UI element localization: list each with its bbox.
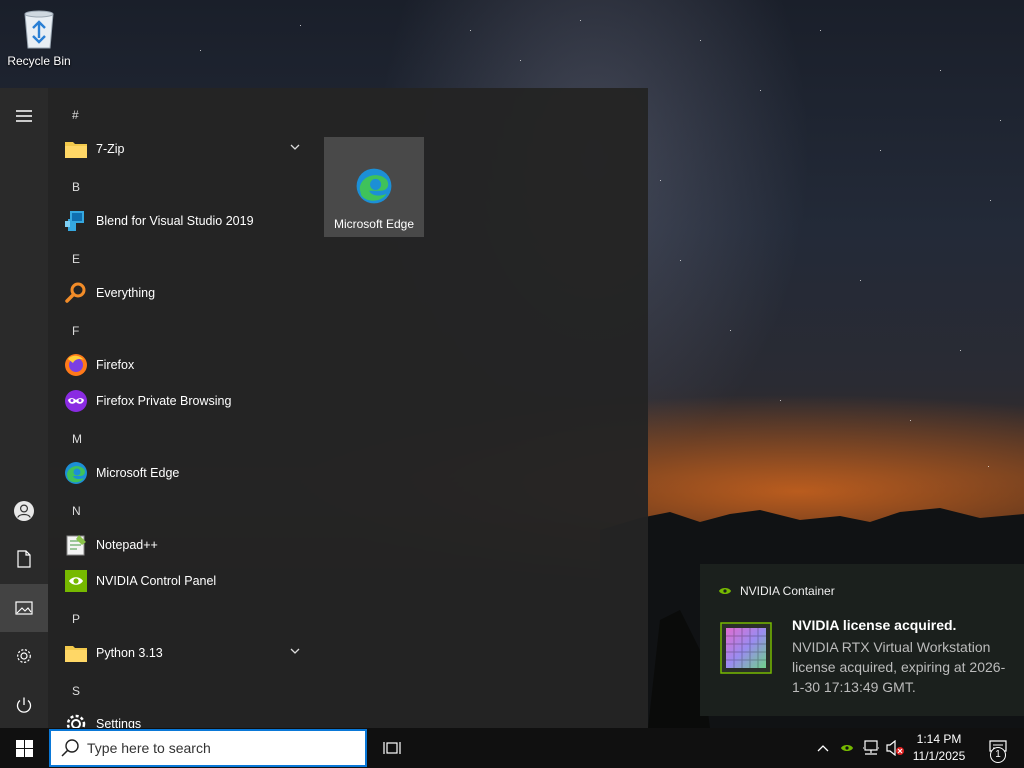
desktop-icon-label: Recycle Bin [7, 54, 71, 68]
letter-header[interactable]: N [48, 493, 312, 529]
notification-count-badge: 1 [990, 747, 1006, 763]
magnifier-icon [64, 281, 88, 305]
firefox-private-icon [64, 389, 88, 413]
network-icon [863, 740, 879, 755]
edge-icon [64, 461, 88, 485]
app-item-microsoft-edge[interactable]: Microsoft Edge [48, 455, 312, 491]
app-item-nvidia-control-panel[interactable]: NVIDIA Control Panel [48, 563, 312, 599]
tile-microsoft-edge[interactable]: Microsoft Edge [324, 137, 424, 237]
start-menu: # 7-Zip B Blend for Visual Studio 2019 E… [0, 88, 648, 728]
app-label: Firefox [96, 358, 135, 372]
app-item-7-zip[interactable]: 7-Zip [48, 131, 312, 167]
gpu-chip-icon [720, 622, 772, 674]
documents-button[interactable] [0, 535, 48, 583]
volume-button[interactable] [884, 728, 906, 768]
letter-header[interactable]: B [48, 169, 312, 205]
search-box[interactable] [49, 729, 367, 767]
search-icon [61, 739, 79, 757]
letter-header[interactable]: F [48, 313, 312, 349]
nvidia-icon [64, 569, 88, 593]
letter-header[interactable]: M [48, 421, 312, 457]
folder-icon [64, 137, 88, 161]
firefox-icon [64, 353, 88, 377]
hamburger-button[interactable] [0, 92, 48, 140]
task-view-button[interactable] [376, 728, 408, 768]
app-item-everything[interactable]: Everything [48, 275, 312, 311]
task-view-icon [383, 742, 401, 754]
search-input[interactable] [87, 740, 347, 756]
letter-header[interactable]: P [48, 601, 312, 637]
notification-body: NVIDIA RTX Virtual Workstation license a… [792, 639, 1006, 695]
app-label: Microsoft Edge [96, 466, 180, 480]
hamburger-icon [16, 110, 32, 122]
recycle-bin-icon [19, 6, 59, 50]
settings-button[interactable] [0, 632, 48, 680]
app-label: Blend for Visual Studio 2019 [96, 214, 254, 228]
start-button[interactable] [0, 728, 48, 768]
chevron-up-icon [817, 745, 829, 752]
clock[interactable]: 1:14 PM 11/1/2025 [906, 731, 972, 765]
app-item-firefox[interactable]: Firefox [48, 347, 312, 383]
app-item-settings[interactable]: Settings [48, 706, 312, 728]
notification-title: NVIDIA license acquired. [792, 617, 957, 633]
app-label: Python 3.13 [96, 646, 163, 660]
letter-header[interactable]: S [48, 673, 312, 709]
app-item-firefox-private[interactable]: Firefox Private Browsing [48, 383, 312, 419]
gear-icon [64, 712, 88, 728]
app-item-blend[interactable]: Blend for Visual Studio 2019 [48, 203, 312, 239]
settings-icon [17, 649, 31, 663]
user-button[interactable] [0, 487, 48, 535]
power-button[interactable] [0, 681, 48, 729]
app-label: Settings [96, 717, 142, 728]
letter-header[interactable]: E [48, 241, 312, 277]
nvidia-icon [841, 745, 853, 751]
start-rail [0, 88, 48, 728]
edge-icon [355, 167, 393, 205]
taskbar: 1:14 PM 11/1/2025 1 [0, 728, 1024, 768]
app-label: Everything [96, 286, 156, 300]
network-button[interactable] [860, 728, 882, 768]
power-icon [16, 697, 32, 713]
notification-app-name: NVIDIA Container [740, 584, 835, 598]
chevron-down-icon[interactable] [290, 647, 300, 655]
desktop-icon-recycle-bin[interactable]: Recycle Bin [4, 6, 74, 68]
clock-date: 11/1/2025 [912, 749, 966, 763]
letter-header[interactable]: # [48, 97, 312, 133]
pictures-icon [15, 601, 33, 615]
notepadpp-icon [64, 533, 88, 557]
app-label: Firefox Private Browsing [96, 394, 232, 408]
app-label: NVIDIA Control Panel [96, 574, 217, 588]
user-icon [14, 501, 34, 521]
volume-muted-icon [886, 740, 904, 756]
nvidia-tray-button[interactable] [838, 728, 856, 768]
app-label: Notepad++ [96, 538, 158, 552]
app-list: # 7-Zip B Blend for Visual Studio 2019 E… [48, 88, 312, 728]
app-label: 7-Zip [96, 142, 125, 156]
chevron-down-icon[interactable] [290, 143, 300, 151]
windows-logo-icon [15, 739, 33, 757]
pictures-button[interactable] [0, 584, 48, 632]
tile-label: Microsoft Edge [333, 217, 415, 231]
notification-header: NVIDIA Container [718, 584, 835, 598]
blend-icon [64, 209, 88, 233]
show-hidden-icons-button[interactable] [814, 728, 832, 768]
folder-icon [64, 641, 88, 665]
app-item-notepadpp[interactable]: Notepad++ [48, 527, 312, 563]
notification-toast[interactable]: NVIDIA Container NVIDIA license acquired… [700, 564, 1024, 716]
document-icon [17, 550, 31, 568]
app-item-python[interactable]: Python 3.13 [48, 635, 312, 671]
clock-time: 1:14 PM [916, 732, 962, 746]
nvidia-icon [719, 588, 731, 594]
